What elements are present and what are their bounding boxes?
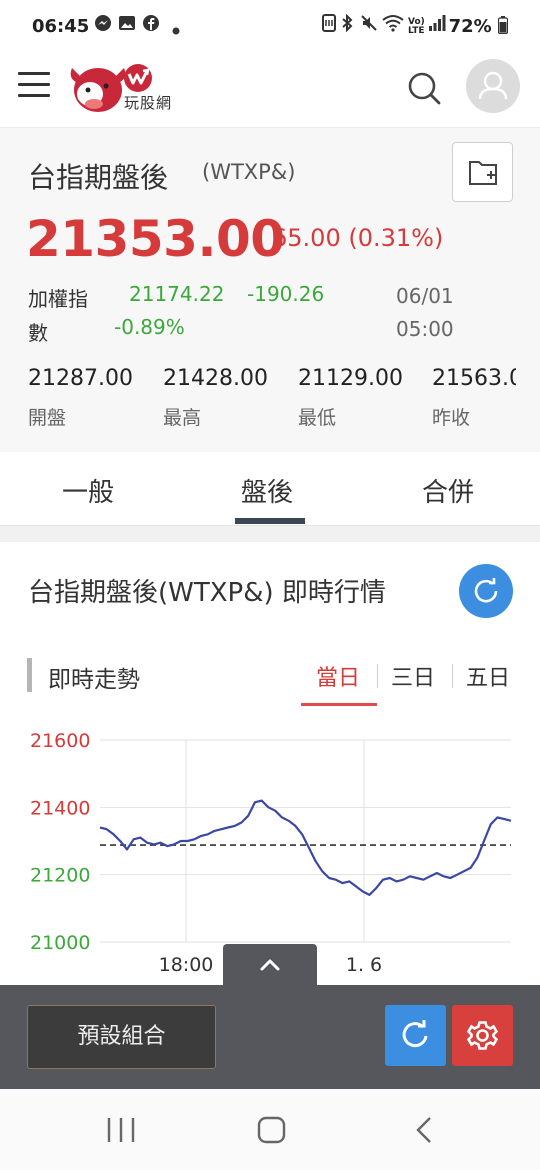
dot-icon	[172, 20, 180, 40]
hamburger-menu-button[interactable]	[18, 72, 50, 102]
recent-apps-icon[interactable]	[104, 1115, 138, 1145]
index-change: -190.26	[247, 282, 325, 306]
y-tick-label: 21400	[30, 797, 90, 819]
section-divider	[0, 526, 540, 542]
quote-code: (WTXP&)	[202, 160, 296, 184]
price-change: 65.00 (0.31%)	[272, 224, 444, 252]
back-icon[interactable]	[412, 1115, 436, 1145]
wifi-icon	[382, 14, 404, 37]
range-tab-5day[interactable]: 五日	[466, 660, 510, 692]
folder-add-icon	[469, 161, 497, 185]
bluetooth-icon	[340, 13, 354, 37]
high-value: 21428.00	[163, 366, 268, 391]
range-divider	[377, 664, 378, 688]
status-bar: 06:45 Vo) LTE 72%	[0, 0, 540, 54]
active-range-indicator	[301, 703, 377, 706]
menu-icon-bar	[18, 83, 50, 86]
add-to-folder-button[interactable]	[452, 142, 513, 202]
user-icon	[478, 71, 508, 100]
index-label-cont: 數	[28, 321, 48, 345]
y-tick-label: 21000	[30, 932, 90, 954]
range-divider	[452, 664, 453, 688]
quote-time: 05:00	[396, 317, 454, 341]
chevron-up-icon	[260, 959, 280, 971]
range-tab-3day[interactable]: 三日	[391, 660, 435, 692]
tab-general[interactable]: 一般	[62, 472, 114, 509]
expand-panel-button[interactable]	[223, 944, 317, 988]
quote-panel: 台指期盤後 (WTXP&) 21353.00 65.00 (0.31%) 加權指…	[0, 128, 540, 452]
bottom-toolbar: 預設組合	[0, 985, 540, 1089]
realtime-title: 台指期盤後(WTXP&) 即時行情	[28, 578, 386, 608]
y-tick-label: 21600	[30, 730, 90, 752]
menu-icon-bar	[18, 94, 50, 97]
battery-percent: 72%	[448, 16, 492, 37]
tab-after-hours[interactable]: 盤後	[241, 472, 293, 509]
volte-icon: Vo) LTE	[408, 17, 425, 36]
trend-label: 即時走勢	[48, 667, 140, 693]
quote-title: 台指期盤後	[28, 161, 169, 194]
prev-close-label: 昨收	[432, 407, 471, 429]
messenger-icon	[94, 14, 112, 37]
menu-icon-bar	[18, 72, 50, 75]
search-button[interactable]	[404, 68, 444, 108]
refresh-icon	[474, 578, 498, 603]
active-tab-indicator	[235, 518, 305, 524]
refresh-quote-button[interactable]	[459, 564, 513, 618]
user-avatar-button[interactable]	[466, 59, 520, 113]
gallery-icon	[118, 14, 136, 37]
system-navigation-bar	[0, 1089, 540, 1170]
mute-icon	[360, 14, 378, 37]
home-icon[interactable]	[256, 1115, 288, 1145]
low-value: 21129.00	[298, 366, 403, 391]
logo-text: 玩股網	[124, 94, 173, 112]
preset-combination-button[interactable]: 預設組合	[27, 1005, 216, 1069]
last-price: 21353.00	[26, 210, 285, 268]
price-series-line	[99, 799, 512, 896]
search-icon	[408, 72, 441, 105]
prev-close-value: 21563.00	[432, 366, 516, 391]
battery-icon	[497, 16, 509, 35]
low-label: 最低	[298, 407, 337, 429]
nfc-icon	[322, 14, 336, 37]
index-change-percent: -0.89%	[114, 315, 185, 339]
x-tick-label: 18:00	[159, 954, 214, 976]
quote-date: 06/01	[396, 284, 454, 308]
refresh-icon	[402, 1020, 428, 1048]
range-tab-today[interactable]: 當日	[316, 660, 360, 692]
signal-icon	[428, 14, 446, 37]
battery-status: 72%	[448, 16, 509, 37]
prev-close-clip: 21563.00	[432, 366, 516, 396]
x-tick-label: 1. 6	[346, 954, 382, 976]
settings-button[interactable]	[452, 1005, 513, 1066]
status-time: 06:45	[32, 16, 90, 37]
toolbar-refresh-button[interactable]	[385, 1005, 446, 1066]
section-marker	[27, 658, 32, 692]
facebook-icon	[142, 14, 160, 37]
gear-icon	[466, 1021, 499, 1050]
app-header: 玩股網	[0, 54, 540, 128]
high-label: 最高	[163, 407, 202, 429]
tab-combined[interactable]: 合併	[422, 472, 474, 509]
index-label: 加權指	[28, 287, 88, 311]
index-value: 21174.22	[129, 282, 225, 306]
y-tick-label: 21200	[30, 865, 90, 887]
view-tabs: 一般 盤後 合併	[0, 452, 540, 526]
open-value: 21287.00	[28, 366, 133, 391]
open-label: 開盤	[28, 407, 67, 429]
